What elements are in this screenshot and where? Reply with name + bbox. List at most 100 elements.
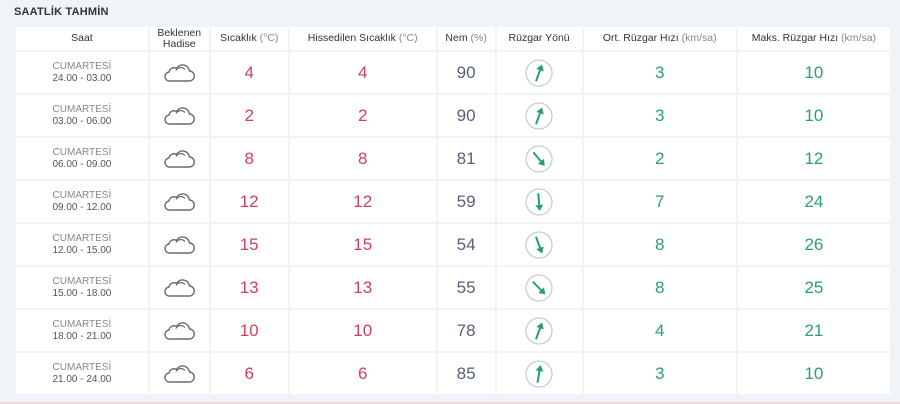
- time-range: 09.00 - 12.00: [52, 201, 112, 213]
- time-range: 03.00 - 06.00: [52, 115, 112, 127]
- cloud-icon: [150, 320, 209, 342]
- hourly-forecast-table: Saat Beklenen Hadise Sıcaklık (°C) Hisse…: [14, 25, 892, 396]
- day-label: CUMARTESİ: [52, 275, 112, 287]
- avg-wind-value: 2: [655, 148, 665, 168]
- temp-cell: 2: [210, 95, 288, 136]
- wind-direction-cell: [496, 310, 582, 351]
- humidity-value: 85: [456, 363, 476, 383]
- feels-like-value: 4: [357, 62, 368, 82]
- feels-cell: 12: [289, 181, 436, 222]
- max-wind-value: 21: [804, 320, 824, 340]
- time-range: 21.00 - 24.00: [52, 373, 112, 385]
- max-wind-value: 25: [804, 277, 824, 297]
- table-row: CUMARTESİ 15.00 - 18.00 13 13 55 8 25: [16, 267, 890, 308]
- header-maks-ruzgar: Maks. Rüzgar Hızı (km/sa): [737, 27, 890, 50]
- weather-cell: [149, 52, 209, 93]
- time-cell: CUMARTESİ 21.00 - 24.00: [16, 353, 148, 394]
- header-saat: Saat: [16, 27, 148, 50]
- day-label: CUMARTESİ: [52, 361, 112, 373]
- humidity-value: 78: [456, 320, 476, 340]
- weather-cell: [149, 353, 209, 394]
- humidity-value: 55: [456, 277, 476, 297]
- time-cell: CUMARTESİ 15.00 - 18.00: [16, 267, 148, 308]
- cloud-icon: [150, 277, 209, 299]
- wind-direction-icon: [497, 101, 582, 131]
- time-cell: CUMARTESİ 12.00 - 15.00: [16, 224, 148, 265]
- time-range: 15.00 - 18.00: [52, 287, 112, 299]
- humidity-cell: 59: [437, 181, 495, 222]
- time-range: 06.00 - 09.00: [52, 158, 112, 170]
- table-row: CUMARTESİ 21.00 - 24.00 6 6 85 3 10: [16, 353, 890, 394]
- header-sicaklik: Sıcaklık (°C): [210, 27, 288, 50]
- temp-cell: 13: [210, 267, 288, 308]
- cloud-icon: [150, 148, 209, 170]
- wind-direction-icon: [497, 273, 582, 303]
- day-label: CUMARTESİ: [52, 146, 112, 158]
- table-row: CUMARTESİ 03.00 - 06.00 2 2 90 3 10: [16, 95, 890, 136]
- humidity-cell: 90: [437, 95, 495, 136]
- header-nem: Nem (%): [437, 27, 495, 50]
- time-cell: CUMARTESİ 03.00 - 06.00: [16, 95, 148, 136]
- max-wind-value: 12: [804, 148, 824, 168]
- wind-direction-icon: [497, 359, 582, 389]
- weather-cell: [149, 224, 209, 265]
- max-wind-cell: 25: [737, 267, 890, 308]
- max-wind-value: 10: [804, 62, 824, 82]
- avg-wind-cell: 7: [583, 181, 736, 222]
- max-wind-cell: 24: [737, 181, 890, 222]
- max-wind-value: 10: [804, 105, 824, 125]
- avg-wind-value: 8: [655, 277, 665, 297]
- cloud-icon: [150, 105, 209, 127]
- avg-wind-value: 4: [655, 320, 665, 340]
- humidity-value: 90: [456, 62, 476, 82]
- table-row: CUMARTESİ 18.00 - 21.00 10 10 78 4 21: [16, 310, 890, 351]
- cloud-icon: [150, 234, 209, 256]
- weather-cell: [149, 310, 209, 351]
- temp-cell: 8: [210, 138, 288, 179]
- feels-cell: 10: [289, 310, 436, 351]
- feels-cell: 2: [289, 95, 436, 136]
- feels-like-value: 2: [357, 105, 368, 125]
- header-hadise: Beklenen Hadise: [149, 27, 209, 50]
- avg-wind-value: 8: [655, 234, 665, 254]
- temperature-value: 8: [244, 148, 254, 168]
- cloud-icon: [150, 62, 209, 84]
- max-wind-cell: 26: [737, 224, 890, 265]
- day-label: CUMARTESİ: [52, 232, 112, 244]
- humidity-value: 54: [456, 234, 476, 254]
- wind-direction-icon: [497, 58, 582, 88]
- humidity-cell: 85: [437, 353, 495, 394]
- temperature-value: 6: [244, 363, 254, 383]
- wind-direction-icon: [497, 144, 582, 174]
- avg-wind-value: 7: [655, 191, 665, 211]
- max-wind-cell: 21: [737, 310, 890, 351]
- day-label: CUMARTESİ: [52, 318, 112, 330]
- temperature-value: 13: [239, 277, 259, 297]
- temperature-value: 12: [239, 191, 259, 211]
- humidity-value: 90: [456, 105, 476, 125]
- feels-cell: 13: [289, 267, 436, 308]
- wind-direction-cell: [496, 138, 582, 179]
- humidity-cell: 81: [437, 138, 495, 179]
- feels-like-value: 6: [357, 363, 368, 383]
- humidity-value: 81: [456, 148, 476, 168]
- avg-wind-value: 3: [655, 105, 665, 125]
- max-wind-cell: 10: [737, 353, 890, 394]
- wind-direction-cell: [496, 224, 582, 265]
- table-row: CUMARTESİ 06.00 - 09.00 8 8 81 2 12: [16, 138, 890, 179]
- max-wind-cell: 10: [737, 52, 890, 93]
- header-ort-ruzgar: Ort. Rüzgar Hızı (km/sa): [583, 27, 736, 50]
- feels-like-value: 12: [353, 191, 373, 211]
- feels-cell: 15: [289, 224, 436, 265]
- avg-wind-value: 3: [655, 62, 665, 82]
- humidity-cell: 55: [437, 267, 495, 308]
- time-cell: CUMARTESİ 09.00 - 12.00: [16, 181, 148, 222]
- table-header-row: Saat Beklenen Hadise Sıcaklık (°C) Hisse…: [16, 27, 890, 50]
- weather-cell: [149, 95, 209, 136]
- avg-wind-value: 3: [655, 363, 665, 383]
- weather-cell: [149, 181, 209, 222]
- header-hissedilen: Hissedilen Sıcaklık (°C): [289, 27, 436, 50]
- temp-cell: 4: [210, 52, 288, 93]
- wind-direction-cell: [496, 52, 582, 93]
- wind-direction-cell: [496, 267, 582, 308]
